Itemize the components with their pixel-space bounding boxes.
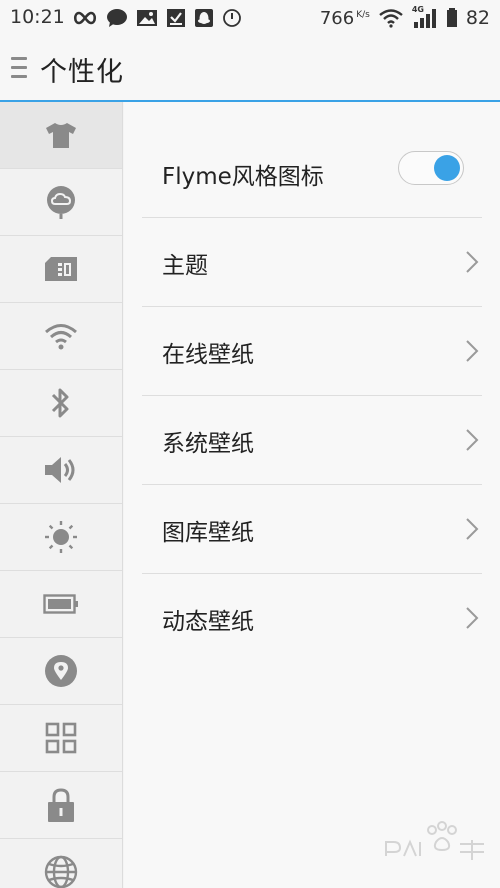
sidebar-item-battery[interactable] xyxy=(0,571,122,638)
chevron-right-icon xyxy=(466,251,479,273)
sidebar-item-bluetooth[interactable] xyxy=(0,370,122,437)
chevron-right-icon xyxy=(466,607,479,629)
setting-label: 系统壁纸 xyxy=(162,431,254,457)
setting-label: 图库壁纸 xyxy=(162,520,254,546)
sidebar-item-sound[interactable] xyxy=(0,437,122,504)
page-title: 个性化 xyxy=(40,57,124,88)
battery-status-icon xyxy=(446,8,457,27)
location-pin-icon xyxy=(45,655,77,687)
setting-label: 动态壁纸 xyxy=(162,609,254,635)
download-check-icon xyxy=(167,9,185,27)
flyme-icons-toggle[interactable] xyxy=(398,151,464,185)
status-right: 766 K/s 4G 82 xyxy=(320,5,490,30)
speed-value: 766 xyxy=(319,7,355,29)
qq-penguin-icon xyxy=(195,9,213,27)
setting-row-system-wallpaper[interactable]: 系统壁纸 xyxy=(142,396,482,485)
status-time: 10:21 xyxy=(10,6,65,28)
tshirt-icon xyxy=(46,123,76,148)
sidebar-item-personalization[interactable] xyxy=(0,102,122,169)
battery-icon xyxy=(43,594,78,614)
sidebar-item-account[interactable] xyxy=(0,169,122,236)
sidebar-item-sim[interactable] xyxy=(0,236,122,303)
brightness-icon xyxy=(45,521,77,553)
sidebar-item-display[interactable] xyxy=(0,504,122,571)
chevron-right-icon xyxy=(466,429,479,451)
speed-unit: K/s xyxy=(356,9,370,20)
clock-circle-icon xyxy=(223,9,241,27)
sidebar-item-language[interactable] xyxy=(0,839,122,888)
bluetooth-icon xyxy=(51,388,69,418)
setting-row-live-wallpaper[interactable]: 动态壁纸 xyxy=(142,574,482,663)
chevron-right-icon xyxy=(466,340,479,362)
setting-label: Flyme风格图标 xyxy=(162,164,324,190)
volume-icon xyxy=(45,457,75,483)
lock-icon xyxy=(48,788,74,822)
setting-row-gallery-wallpaper[interactable]: 图库壁纸 xyxy=(142,485,482,574)
toggle-knob xyxy=(434,155,460,181)
wifi-icon xyxy=(379,9,403,28)
personalization-panel: Flyme风格图标 主题 在线壁纸 系统壁纸 图库壁纸 动态壁纸 xyxy=(124,102,500,888)
cloud-account-icon xyxy=(47,186,75,219)
settings-sidebar xyxy=(0,102,123,888)
setting-row-online-wallpaper[interactable]: 在线壁纸 xyxy=(142,307,482,396)
sidebar-item-apps[interactable] xyxy=(0,705,122,772)
sidebar-item-location[interactable] xyxy=(0,638,122,705)
sidebar-item-security[interactable] xyxy=(0,772,122,839)
globe-icon xyxy=(44,855,78,888)
cell-signal: 4G xyxy=(412,5,438,29)
sidebar-item-wifi[interactable] xyxy=(0,303,122,370)
notification-icons xyxy=(72,6,242,30)
image-icon xyxy=(137,10,157,26)
apps-grid-icon xyxy=(45,722,77,754)
setting-row-theme[interactable]: 主题 xyxy=(142,218,482,307)
infinity-icon xyxy=(73,11,97,25)
watermark-logo xyxy=(385,821,484,860)
chat-bubble-icon xyxy=(107,9,127,27)
network-speed: 766 K/s xyxy=(320,8,370,29)
setting-label: 主题 xyxy=(162,253,208,279)
wifi-icon xyxy=(45,324,77,350)
setting-label: 在线壁纸 xyxy=(162,342,254,368)
menu-lines-icon[interactable] xyxy=(11,57,27,79)
sim-card-icon xyxy=(45,257,77,281)
setting-row-flyme-icons[interactable]: Flyme风格图标 xyxy=(142,129,482,218)
status-bar: 10:21 766 K/s 4G 82 xyxy=(0,0,500,36)
battery-percent: 82 xyxy=(465,7,490,29)
chevron-right-icon xyxy=(466,518,479,540)
cell-signal-icon xyxy=(413,9,436,28)
